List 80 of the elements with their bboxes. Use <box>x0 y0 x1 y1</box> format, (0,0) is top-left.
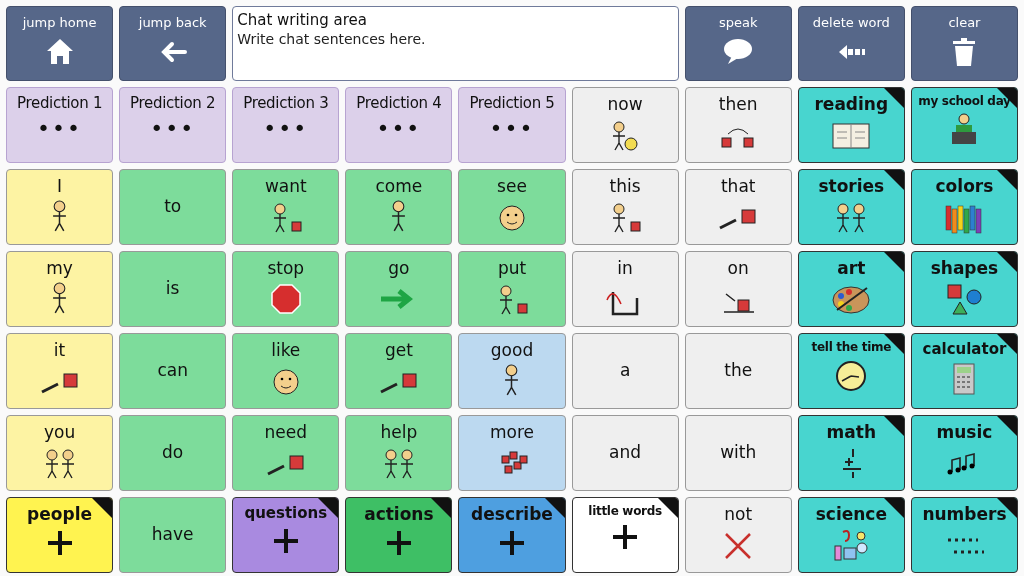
ellipsis-dots: ••• <box>489 116 535 141</box>
prediction-button[interactable]: Prediction 1 ••• <box>6 87 114 163</box>
ellipsis-dots: ••• <box>263 116 309 141</box>
prediction-button[interactable]: Prediction 4 ••• <box>345 87 453 163</box>
folder-button[interactable]: my school day <box>910 87 1018 163</box>
word-button[interactable]: and <box>571 415 679 491</box>
word-button[interactable]: want <box>232 169 340 245</box>
folder-button[interactable]: tell the time <box>797 333 905 409</box>
word-button[interactable]: my <box>6 251 114 327</box>
ellipsis-dots: ••• <box>37 116 82 141</box>
word-button[interactable]: now <box>571 87 679 163</box>
chat-writing-area[interactable]: Chat writing area Write chat sentences here. <box>232 6 679 81</box>
word-button[interactable]: do <box>119 415 227 491</box>
word-button[interactable]: have <box>119 497 227 573</box>
ellipsis-dots: ••• <box>376 116 422 141</box>
word-button[interactable]: get <box>345 333 453 409</box>
ellipsis-dots: ••• <box>150 116 196 141</box>
word-button[interactable]: need <box>232 415 340 491</box>
folder-button[interactable]: people <box>6 497 114 573</box>
word-button[interactable]: it <box>6 333 114 409</box>
person-icon <box>52 200 68 232</box>
word-button[interactable]: stop <box>232 251 340 327</box>
folder-button[interactable]: art <box>797 251 905 327</box>
word-button[interactable]: come <box>345 169 453 245</box>
prediction-button[interactable]: Prediction 3 ••• <box>232 87 340 163</box>
back-button[interactable]: jump back <box>119 6 227 81</box>
person-icon <box>52 282 68 314</box>
word-button[interactable]: good <box>458 333 566 409</box>
word-button[interactable]: go <box>345 251 453 327</box>
word-button[interactable]: this <box>571 169 679 245</box>
folder-button[interactable]: math <box>797 415 905 491</box>
prediction-button[interactable]: Prediction 5 ••• <box>458 87 566 163</box>
home-button[interactable]: jump home <box>6 6 114 81</box>
speak-button[interactable]: speak <box>684 6 792 81</box>
folder-button[interactable]: little words <box>571 497 679 573</box>
plus-icon <box>497 528 527 558</box>
folder-corner-icon <box>92 498 113 518</box>
word-button[interactable]: is <box>119 251 227 327</box>
word-button[interactable]: put <box>458 251 566 327</box>
folder-button[interactable]: stories <box>797 169 905 245</box>
word-button[interactable]: not <box>684 497 792 573</box>
folder-corner-icon <box>883 416 904 436</box>
word-button[interactable]: with <box>684 415 792 491</box>
word-button[interactable]: the <box>684 333 792 409</box>
word-button[interactable]: see <box>458 169 566 245</box>
folder-corner-icon <box>883 252 904 272</box>
folder-button[interactable]: shapes <box>910 251 1018 327</box>
folder-corner-icon <box>431 498 452 518</box>
word-button[interactable]: I <box>6 169 114 245</box>
delete-button[interactable]: delete word <box>797 6 905 81</box>
word-button[interactable]: you <box>6 415 114 491</box>
word-button[interactable]: can <box>119 333 227 409</box>
word-button[interactable]: that <box>684 169 792 245</box>
folder-button[interactable]: describe <box>458 497 566 573</box>
chat-area-title: Chat writing area <box>237 11 368 29</box>
word-button[interactable]: in <box>571 251 679 327</box>
person-icon <box>504 364 520 396</box>
folder-corner-icon <box>997 252 1017 272</box>
word-button[interactable]: more <box>458 415 566 491</box>
folder-button[interactable]: colors <box>910 169 1018 245</box>
person-icon <box>391 200 407 232</box>
folder-button[interactable]: music <box>910 415 1018 491</box>
word-button[interactable]: help <box>345 415 453 491</box>
folder-button[interactable]: calculator <box>910 333 1018 409</box>
folder-button[interactable]: numbers <box>910 497 1018 573</box>
folder-corner-icon <box>997 416 1017 436</box>
word-button[interactable]: then <box>684 87 792 163</box>
word-button[interactable]: like <box>232 333 340 409</box>
clear-button[interactable]: clear <box>910 6 1018 81</box>
folder-corner-icon <box>883 170 904 190</box>
folder-button[interactable]: questions <box>232 497 340 573</box>
prediction-button[interactable]: Prediction 2 ••• <box>119 87 227 163</box>
folder-button[interactable]: science <box>797 497 905 573</box>
folder-button[interactable]: reading <box>797 87 905 163</box>
word-button[interactable]: to <box>119 169 227 245</box>
word-button[interactable]: on <box>684 251 792 327</box>
chat-input-field[interactable]: Write chat sentences here. <box>237 31 674 76</box>
folder-button[interactable]: actions <box>345 497 453 573</box>
word-button[interactable]: a <box>571 333 679 409</box>
folder-corner-icon <box>997 170 1017 190</box>
